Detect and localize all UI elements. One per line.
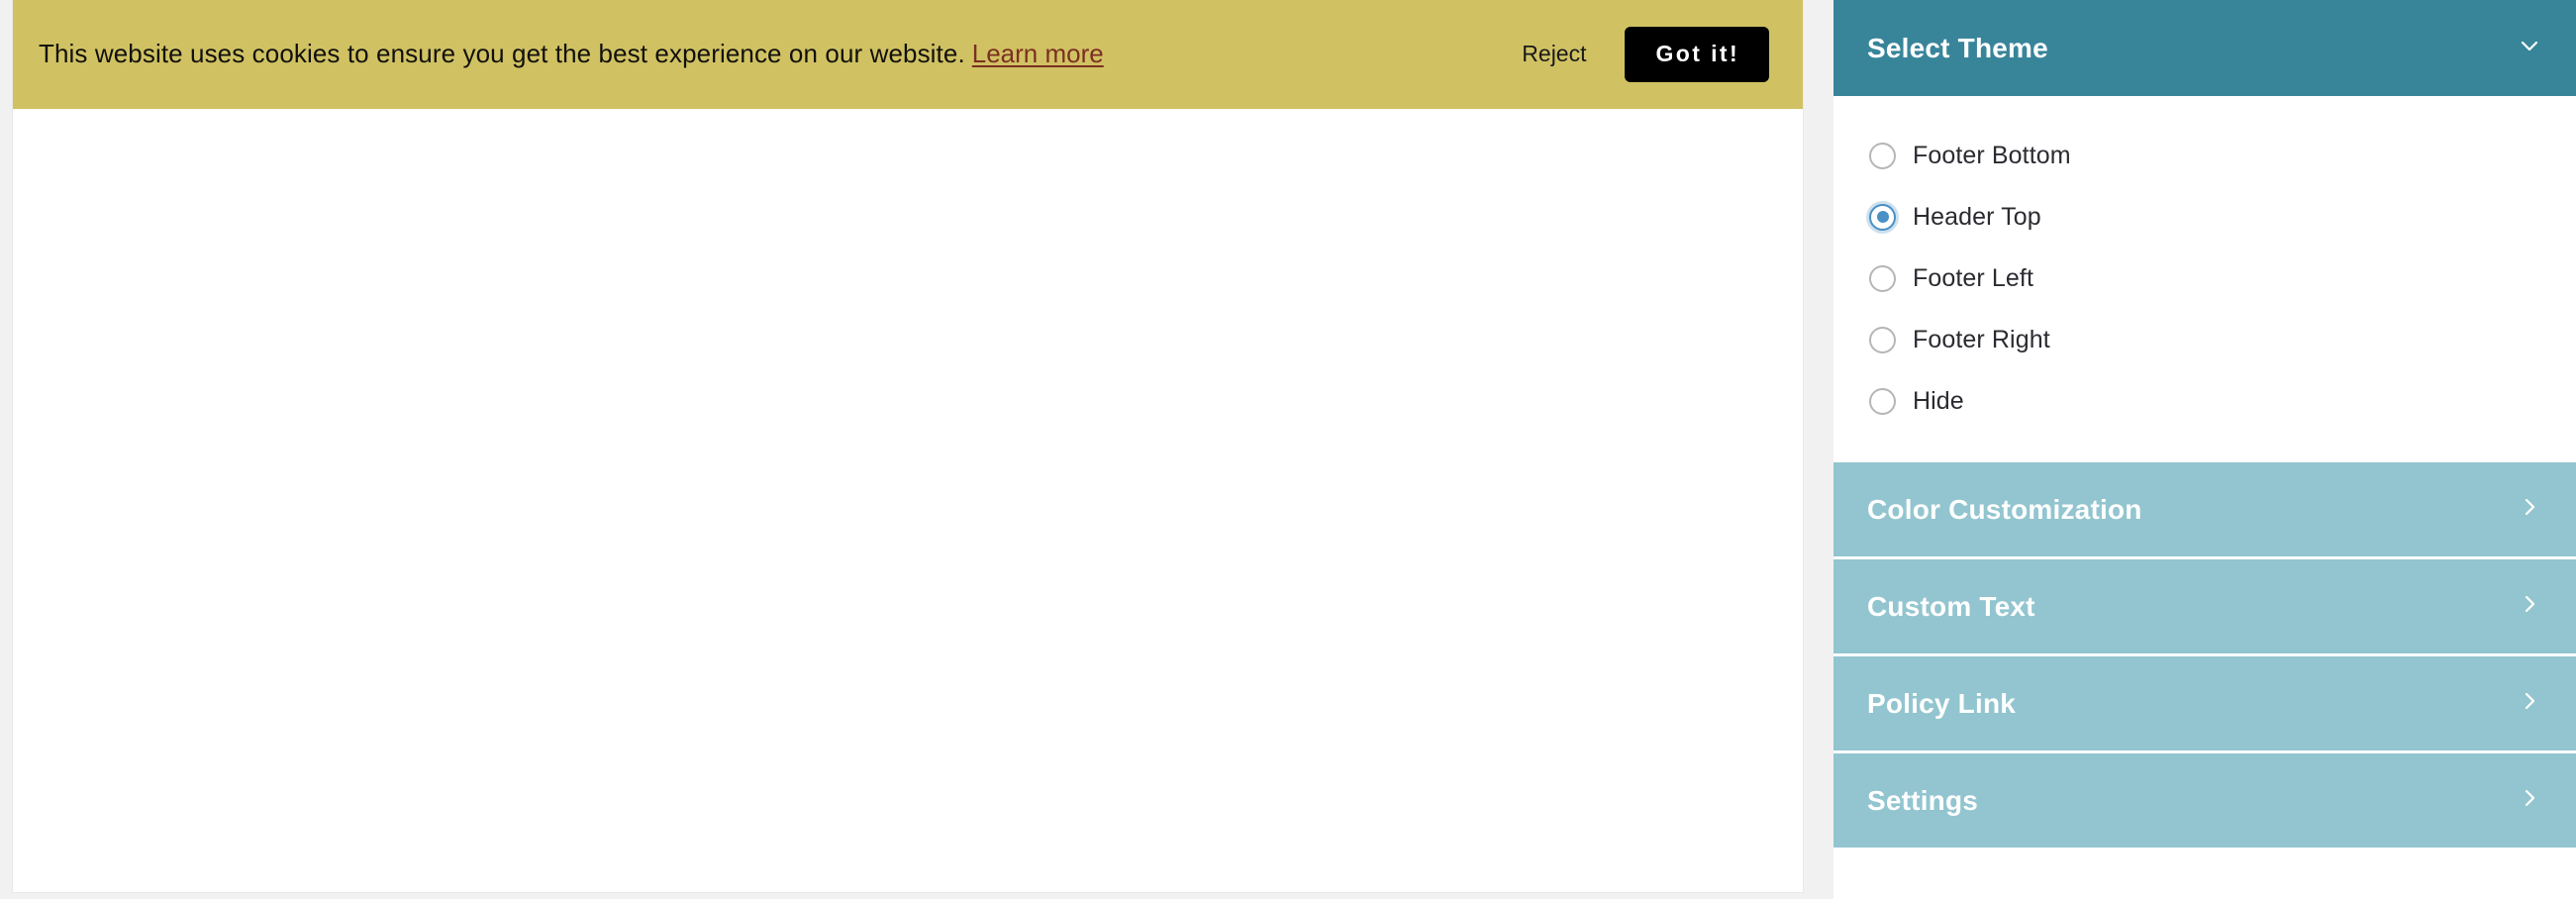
section-policy-link[interactable]: Policy Link	[1833, 653, 2576, 750]
panel-sections: Color Customization Custom Text Policy L…	[1833, 459, 2576, 899]
website-preview-area: This website uses cookies to ensure you …	[12, 0, 1804, 893]
theme-option-footer-bottom[interactable]: Footer Bottom	[1833, 125, 2576, 186]
theme-option-label: Header Top	[1913, 202, 2041, 231]
cookie-banner-text: This website uses cookies to ensure you …	[39, 38, 1104, 71]
learn-more-link[interactable]: Learn more	[972, 39, 1104, 68]
theme-option-header-top[interactable]: Header Top	[1833, 186, 2576, 248]
theme-option-hide[interactable]: Hide	[1833, 370, 2576, 432]
section-custom-text[interactable]: Custom Text	[1833, 556, 2576, 653]
chevron-right-icon	[2515, 492, 2544, 527]
radio-icon[interactable]	[1869, 326, 1896, 353]
radio-icon-selected[interactable]	[1869, 203, 1896, 231]
radio-icon[interactable]	[1869, 387, 1896, 415]
theme-option-footer-left[interactable]: Footer Left	[1833, 248, 2576, 309]
theme-option-label: Footer Left	[1913, 263, 2033, 292]
radio-icon[interactable]	[1869, 264, 1896, 292]
cookie-banner-actions: Reject Got it!	[1506, 27, 1769, 82]
section-label: Settings	[1867, 784, 1979, 816]
theme-option-label: Footer Bottom	[1913, 141, 2071, 169]
theme-option-label: Footer Right	[1913, 325, 2050, 353]
theme-settings-panel: Select Theme Footer Bottom Header Top Fo…	[1833, 0, 2576, 899]
chevron-right-icon	[2515, 686, 2544, 721]
website-page-content	[13, 109, 1803, 892]
section-label: Custom Text	[1867, 590, 2035, 622]
accept-cookies-button[interactable]: Got it!	[1624, 27, 1769, 82]
app-root: This website uses cookies to ensure you …	[0, 0, 2576, 899]
section-color-customization[interactable]: Color Customization	[1833, 459, 2576, 556]
chevron-right-icon	[2515, 589, 2544, 624]
cookie-message-text: This website uses cookies to ensure you …	[39, 39, 965, 69]
chevron-right-icon	[2515, 783, 2544, 818]
reject-button[interactable]: Reject	[1506, 33, 1602, 75]
section-label: Color Customization	[1867, 493, 2142, 525]
theme-option-label: Hide	[1913, 386, 1964, 415]
section-settings[interactable]: Settings	[1833, 750, 2576, 848]
chevron-down-icon	[2515, 31, 2544, 65]
cookie-consent-banner: This website uses cookies to ensure you …	[13, 0, 1803, 109]
theme-options-group: Footer Bottom Header Top Footer Left Foo…	[1833, 96, 2576, 453]
select-theme-title: Select Theme	[1867, 32, 2048, 63]
theme-option-footer-right[interactable]: Footer Right	[1833, 309, 2576, 370]
radio-icon[interactable]	[1869, 142, 1896, 169]
section-label: Policy Link	[1867, 687, 2017, 719]
select-theme-header[interactable]: Select Theme	[1833, 0, 2576, 96]
